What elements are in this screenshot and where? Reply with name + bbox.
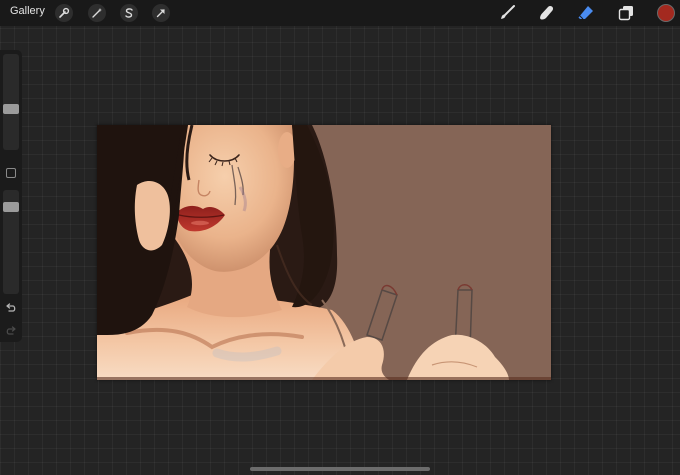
eraser-icon bbox=[578, 6, 593, 20]
artwork-canvas[interactable] bbox=[97, 125, 551, 380]
redo-icon[interactable] bbox=[5, 325, 17, 337]
smudge-finger-icon bbox=[540, 6, 554, 20]
selection-s-icon bbox=[125, 8, 133, 18]
arrow-cursor-icon bbox=[156, 9, 165, 18]
brush-size-slider-thumb[interactable] bbox=[3, 103, 19, 114]
eraser-tool-button[interactable] bbox=[576, 3, 596, 23]
wrench-icon bbox=[59, 7, 70, 18]
brush-tool-button[interactable] bbox=[497, 3, 517, 23]
selection-button[interactable] bbox=[120, 4, 138, 22]
modify-square-icon[interactable] bbox=[6, 168, 16, 178]
home-indicator[interactable] bbox=[250, 467, 430, 471]
transform-button[interactable] bbox=[152, 4, 170, 22]
actions-button[interactable] bbox=[55, 4, 73, 22]
top-toolbar: Gallery bbox=[0, 0, 680, 26]
gallery-button[interactable]: Gallery bbox=[10, 5, 45, 17]
opacity-slider-thumb[interactable] bbox=[3, 202, 19, 213]
color-picker-swatch[interactable] bbox=[657, 4, 675, 22]
layers-button[interactable] bbox=[616, 3, 636, 23]
brush-size-slider[interactable] bbox=[3, 54, 19, 150]
brush-icon bbox=[501, 5, 515, 19]
left-sidebar bbox=[0, 50, 22, 342]
smudge-tool-button[interactable] bbox=[537, 3, 557, 23]
magic-wand-icon bbox=[92, 8, 102, 18]
undo-icon[interactable] bbox=[5, 302, 17, 314]
layers-icon bbox=[618, 6, 633, 21]
artwork-illustration bbox=[97, 125, 551, 380]
adjustments-button[interactable] bbox=[88, 4, 106, 22]
